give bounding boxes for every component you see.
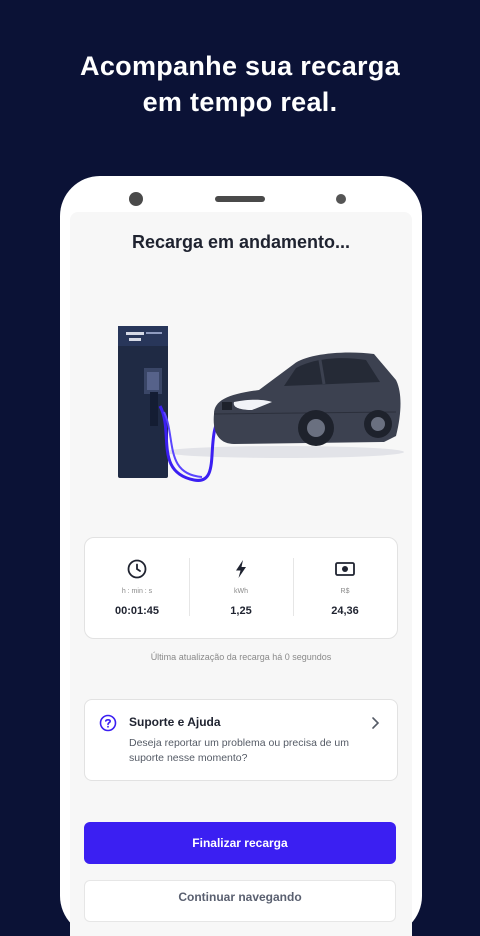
stat-energy: kWh 1,25 xyxy=(189,538,293,638)
charging-stats-card: h : min : s 00:01:45 kWh 1,25 R$ 24,36 xyxy=(84,537,398,639)
electric-car-icon xyxy=(213,352,401,446)
stat-value: 00:01:45 xyxy=(114,605,160,617)
stat-unit: kWh xyxy=(234,588,248,595)
proximity-sensor xyxy=(336,194,346,204)
stat-value: 24,36 xyxy=(331,605,359,617)
clock-icon xyxy=(127,559,147,579)
charging-station-icon xyxy=(118,326,168,478)
stat-value: 1,25 xyxy=(230,605,252,617)
support-title: Suporte e Ajuda xyxy=(129,715,221,729)
support-card[interactable]: Suporte e Ajuda Deseja reportar um probl… xyxy=(84,699,398,781)
chevron-right-icon xyxy=(372,717,380,729)
app-screen: Recarga em andamento... h: min: s 00:0… xyxy=(70,212,412,936)
help-circle-icon xyxy=(99,714,117,732)
phone-frame: Recarga em andamento... h: min: s 00:0… xyxy=(60,176,422,936)
finish-charging-button[interactable]: Finalizar recarga xyxy=(84,822,396,864)
headline-line-1: Acompanhe sua recarga xyxy=(80,51,400,81)
money-icon xyxy=(335,562,355,576)
headline: Acompanhe sua recarga em tempo real. xyxy=(0,48,480,120)
stat-unit: h : min : s xyxy=(121,588,153,595)
lightning-icon xyxy=(236,560,246,578)
stat-unit: R$ xyxy=(340,588,350,595)
stat-duration: h : min : s 00:01:45 xyxy=(85,538,189,638)
earpiece-speaker xyxy=(215,196,265,202)
screen-title: Recarga em andamento... xyxy=(131,232,351,252)
charging-car-illustration xyxy=(118,326,404,482)
support-description: Deseja reportar um problema ou precisa d… xyxy=(129,737,350,764)
headline-line-2: em tempo real. xyxy=(142,87,338,117)
stat-cost: R$ 24,36 xyxy=(293,538,397,638)
front-camera xyxy=(129,192,143,206)
last-update-text: Última atualização da recarga há 0 segun… xyxy=(150,652,332,662)
continue-browsing-button[interactable]: Continuar navegando xyxy=(84,880,396,922)
